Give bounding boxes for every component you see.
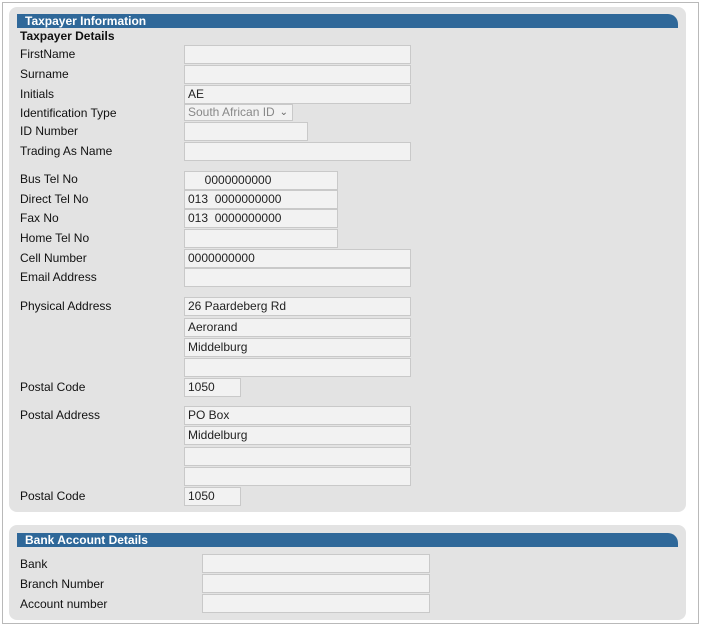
label-bus-tel-no: Bus Tel No	[20, 172, 78, 186]
direct-tel-no-field[interactable]: 013 0000000000	[184, 190, 338, 209]
postal-address-line4[interactable]	[184, 467, 411, 486]
panel-header-taxpayer: Taxpayer Information	[17, 14, 678, 28]
label-trading-as-name: Trading As Name	[20, 144, 113, 158]
physical-address-line2[interactable]: Aerorand	[184, 318, 411, 337]
label-home-tel-no: Home Tel No	[20, 231, 90, 245]
account-number-field[interactable]	[202, 594, 430, 613]
label-physical-address: Physical Address	[20, 299, 112, 313]
chevron-down-icon: ⌄	[279, 107, 288, 118]
label-account-number: Account number	[20, 597, 108, 611]
label-branch-number: Branch Number	[20, 577, 105, 591]
postal-address-line2[interactable]: Middelburg	[184, 426, 411, 445]
identification-type-value: South African ID	[188, 105, 275, 119]
physical-address-line4[interactable]	[184, 358, 411, 377]
label-postal-code-2: Postal Code	[20, 489, 86, 503]
label-first-name: FirstName	[20, 47, 76, 61]
postal-code-field-2[interactable]: 1050	[184, 487, 241, 506]
id-number-field[interactable]	[184, 122, 308, 141]
panel-header-bank: Bank Account Details	[17, 533, 678, 547]
taxpayer-information-panel: Taxpayer Information Taxpayer Details Fi…	[9, 7, 686, 512]
label-fax-no: Fax No	[20, 211, 59, 225]
label-postal-address: Postal Address	[20, 408, 101, 422]
bank-field[interactable]	[202, 554, 430, 573]
trading-as-name-field[interactable]	[184, 142, 411, 161]
label-cell-number: Cell Number	[20, 251, 87, 265]
label-email-address: Email Address	[20, 270, 97, 284]
label-id-number: ID Number	[20, 124, 79, 138]
label-postal-code-1: Postal Code	[20, 380, 86, 394]
page-frame: Taxpayer Information Taxpayer Details Fi…	[2, 2, 699, 624]
identification-type-select[interactable]: South African ID ⌄	[184, 104, 293, 121]
taxpayer-details-heading: Taxpayer Details	[20, 29, 115, 43]
label-bank: Bank	[20, 557, 48, 571]
fax-no-field[interactable]: 013 0000000000	[184, 209, 338, 228]
label-direct-tel-no: Direct Tel No	[20, 192, 89, 206]
postal-address-line3[interactable]	[184, 447, 411, 466]
label-identification-type: Identification Type	[20, 106, 117, 120]
initials-field[interactable]: AE	[184, 85, 411, 104]
bus-tel-no-field[interactable]: 0000000000	[184, 171, 338, 190]
postal-code-field-1[interactable]: 1050	[184, 378, 241, 397]
cell-number-field[interactable]: 0000000000	[184, 249, 411, 268]
home-tel-no-field[interactable]	[184, 229, 338, 248]
bank-account-panel: Bank Account Details Bank Branch Number …	[9, 525, 686, 620]
physical-address-line1[interactable]: 26 Paardeberg Rd	[184, 297, 411, 316]
branch-number-field[interactable]	[202, 574, 430, 593]
physical-address-line3[interactable]: Middelburg	[184, 338, 411, 357]
label-initials: Initials	[20, 87, 55, 101]
postal-address-line1[interactable]: PO Box	[184, 406, 411, 425]
first-name-field[interactable]	[184, 45, 411, 64]
label-surname: Surname	[20, 67, 69, 81]
email-address-field[interactable]	[184, 268, 411, 287]
surname-field[interactable]	[184, 65, 411, 84]
